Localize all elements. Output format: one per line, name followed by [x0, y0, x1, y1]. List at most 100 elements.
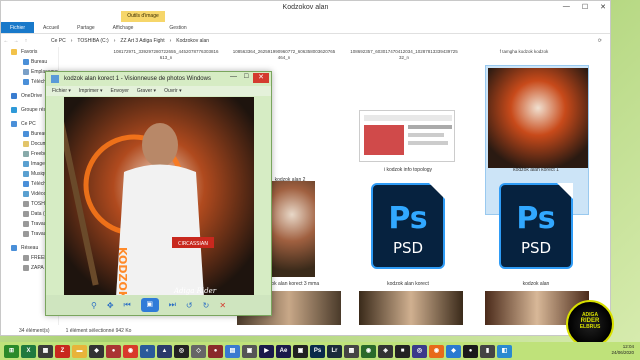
thumbnail-fighter[interactable] [359, 291, 463, 325]
app8-icon[interactable]: ◐ [140, 344, 155, 358]
file-name[interactable]: 108692357_603017470412034_10287813339439… [349, 49, 459, 61]
file-name[interactable]: f tamgha kodzok kodzok [469, 49, 579, 55]
excel-icon[interactable]: X [21, 344, 36, 358]
firefox-icon[interactable]: ◉ [429, 344, 444, 358]
breadcrumb-item[interactable]: TOSHIBA (C:) [77, 38, 108, 44]
app29-icon[interactable]: ◧ [497, 344, 512, 358]
minimize-button[interactable]: — [563, 3, 570, 11]
folder-icon [23, 211, 29, 217]
app17-icon[interactable]: ▣ [293, 344, 308, 358]
photoshop-icon[interactable]: Ps [310, 344, 325, 358]
slideshow-button[interactable]: ▣ [140, 298, 159, 312]
rotate-left-icon[interactable]: ↺ [186, 301, 193, 310]
rotate-right-icon[interactable]: ↻ [203, 301, 210, 310]
app15-icon[interactable]: ▶ [259, 344, 274, 358]
app10-icon[interactable]: ◎ [174, 344, 189, 358]
nav-item[interactable]: Bureau [1, 57, 58, 67]
breadcrumb-item[interactable]: ZZ Art 3 Adiga Fight [120, 38, 164, 44]
menu-graver[interactable]: Graver ▾ [137, 86, 156, 96]
viewer-close-button[interactable]: ✕ [253, 73, 269, 83]
nav-item-label: Favoris [21, 49, 38, 55]
folder-icon [23, 231, 29, 237]
folder-icon [23, 265, 29, 271]
app21-icon[interactable]: ◉ [361, 344, 376, 358]
fighter-name-text: KODZOK [116, 247, 129, 297]
address-bar: ← → ↑ Ce PC › TOSHIBA (C:) › ZZ Art 3 Adig… [1, 35, 610, 47]
tab-fichier[interactable]: Fichier [1, 22, 35, 33]
nav-item-label: OneDrive [21, 93, 43, 99]
thumbnail-fighter[interactable] [269, 181, 315, 277]
back-arrow-icon[interactable]: ← [1, 38, 11, 44]
app24-icon[interactable]: ◎ [412, 344, 427, 358]
file-name[interactable]: 108563364_262591990960772_60635800362076… [229, 49, 339, 61]
tab-accueil[interactable]: Accueil [34, 22, 68, 33]
start-icon[interactable]: ⊞ [4, 344, 19, 358]
folder-icon [23, 191, 29, 197]
psd-file-icon[interactable]: Ps PSD [371, 183, 445, 269]
zoom-icon[interactable]: ⚲ [91, 301, 97, 310]
filezilla-icon[interactable]: Z [55, 344, 70, 358]
psd-file-icon[interactable]: Ps PSD [499, 183, 573, 269]
nav-item-label: Bureau [31, 59, 48, 65]
file-caption[interactable]: i kodzok info topology [353, 167, 463, 173]
file-caption[interactable]: kodzok alan korect [353, 281, 463, 287]
folder-icon [23, 151, 29, 157]
system-clock[interactable]: 12:04 24/06/2020 [611, 344, 634, 356]
contextual-tab-image-tools[interactable]: Outils d'image [121, 11, 165, 22]
app13-icon[interactable]: ▤ [225, 344, 240, 358]
app22-icon[interactable]: ◈ [378, 344, 393, 358]
app12-icon[interactable]: ● [208, 344, 223, 358]
app11-icon[interactable]: ◇ [191, 344, 206, 358]
thumbnail-screenshot[interactable] [359, 110, 455, 162]
viewer-toolbar: ⚲ ✥ ⏮ ▣ ⏭ ↺ ↻ ✕ [46, 295, 271, 315]
refresh-icon[interactable]: ⟳ [598, 38, 602, 44]
menu-imprimer[interactable]: Imprimer ▾ [79, 86, 103, 96]
app5-icon[interactable]: ◆ [89, 344, 104, 358]
lightroom-icon[interactable]: Lr [327, 344, 342, 358]
previous-icon[interactable]: ⏮ [124, 300, 131, 310]
tab-gestion[interactable]: Gestion [160, 22, 195, 33]
up-arrow-icon[interactable]: ↑ [21, 38, 31, 44]
mic-icon[interactable]: ● [106, 344, 121, 358]
viewer-minimize-button[interactable]: — [230, 73, 237, 80]
folder-icon [23, 79, 29, 85]
folder-icon [23, 69, 29, 75]
nav-item-label: Vidéos [31, 191, 47, 197]
maximize-button[interactable]: ☐ [582, 3, 588, 11]
menu-envoyer[interactable]: Envoyer [111, 86, 129, 96]
app27-icon[interactable]: ● [463, 344, 478, 358]
file-name[interactable]: 108172971_339297280722655_44520787763038… [111, 49, 221, 61]
tab-partage[interactable]: Partage [68, 22, 104, 33]
after-effects-icon[interactable]: Ae [276, 344, 291, 358]
app26-icon[interactable]: ◆ [446, 344, 461, 358]
app23-icon[interactable]: ■ [395, 344, 410, 358]
photo-viewer-window: kodzok alan korect 1 - Visionneuse de ph… [45, 71, 272, 316]
menu-ouvrir[interactable]: Ouvrir ▾ [164, 86, 182, 96]
file-caption[interactable]: kodzok alan korect 1 [481, 167, 591, 173]
nav-item[interactable]: Favoris [1, 47, 58, 57]
fit-icon[interactable]: ✥ [107, 301, 114, 310]
file-caption[interactable]: kodzok alan [481, 281, 591, 287]
folder-icon [11, 93, 17, 99]
app14-icon[interactable]: ▣ [242, 344, 257, 358]
app20-icon[interactable]: ▩ [344, 344, 359, 358]
window-controls: — ☐ ✕ [563, 3, 606, 11]
folder-icon[interactable]: ▬ [72, 344, 87, 358]
tab-affichage[interactable]: Affichage [104, 22, 143, 33]
forward-arrow-icon[interactable]: → [11, 38, 21, 44]
menu-fichier[interactable]: Fichier ▾ [52, 86, 71, 96]
taskbar: ⊞ X ▦ Z ▬ ◆ ● ◉ ◐ ▲ ◎ ◇ ● ▤ ▣ ▶ Ae ▣ Ps Lr ▩ ◉ ◈ ■ ◎ ◉ ◆ ● ▮ ◧ 12:04 … [0, 342, 640, 360]
breadcrumb-item[interactable]: Kodzokov alan [176, 38, 209, 44]
fighter-photo: KODZOK CIRCASSIAN Adiga Rider [64, 97, 254, 297]
next-icon[interactable]: ⏭ [169, 300, 176, 310]
chrome-icon[interactable]: ◉ [123, 344, 138, 358]
delete-icon[interactable]: ✕ [219, 301, 226, 310]
calc-icon[interactable]: ▦ [38, 344, 53, 358]
viewer-maximize-button[interactable]: ☐ [244, 73, 249, 80]
app28-icon[interactable]: ▮ [480, 344, 495, 358]
folder-icon [23, 255, 29, 261]
app9-icon[interactable]: ▲ [157, 344, 172, 358]
breadcrumb[interactable]: Ce PC › TOSHIBA (C:) › ZZ Art 3 Adiga Figh… [51, 38, 209, 44]
close-button[interactable]: ✕ [600, 3, 606, 11]
breadcrumb-item[interactable]: Ce PC [51, 38, 66, 44]
